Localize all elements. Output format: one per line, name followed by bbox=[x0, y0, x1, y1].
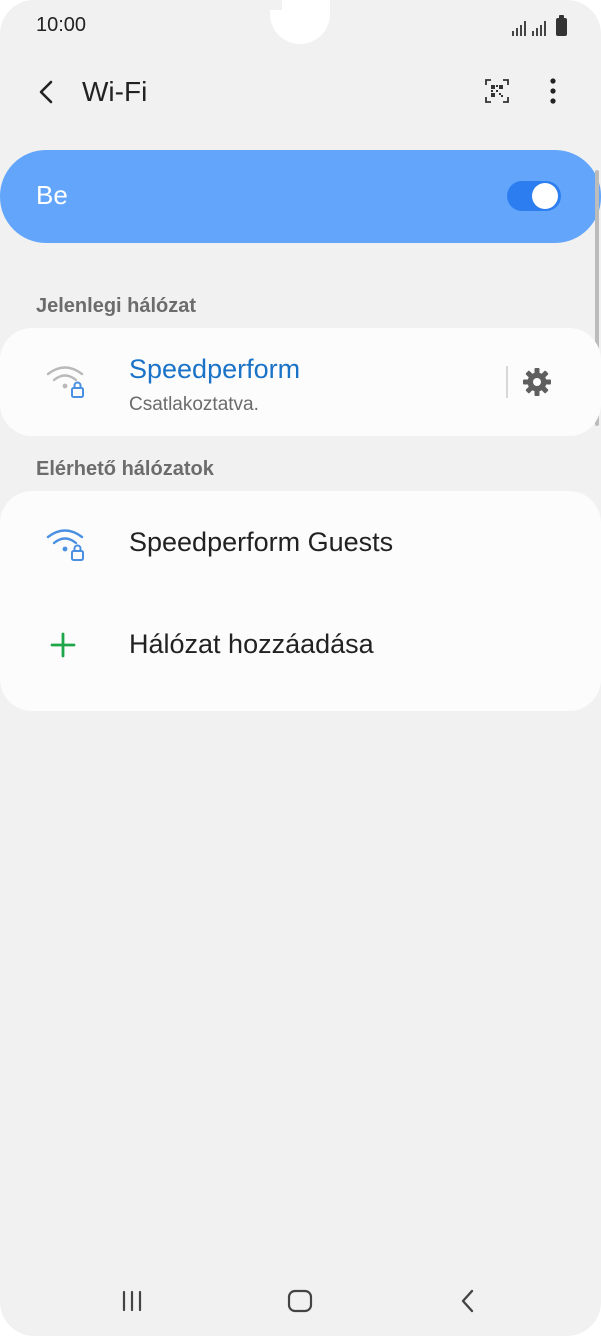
current-network-row[interactable] bbox=[46, 364, 86, 398]
row-divider bbox=[506, 366, 508, 398]
back-nav-icon bbox=[461, 1289, 474, 1313]
home-icon bbox=[287, 1289, 313, 1313]
wifi-lock-icon bbox=[46, 529, 84, 561]
master-switch-label: Be bbox=[36, 180, 68, 210]
signal-icon bbox=[512, 20, 526, 36]
status-time: 10:00 bbox=[36, 14, 87, 36]
network-name: Speedperform Guests bbox=[129, 527, 394, 557]
status-icons bbox=[512, 14, 567, 36]
network-settings-button[interactable] bbox=[518, 363, 556, 401]
toggle-knob bbox=[532, 183, 558, 209]
network-list-item[interactable]: Speedperform Guests bbox=[0, 491, 601, 596]
wifi-lock-icon bbox=[46, 366, 84, 398]
back-button[interactable] bbox=[28, 74, 64, 110]
plus-icon bbox=[50, 632, 76, 658]
wifi-toggle[interactable] bbox=[507, 181, 561, 211]
back-nav-button[interactable] bbox=[444, 1282, 492, 1320]
available-networks-header: Elérhető hálózatok bbox=[36, 458, 214, 480]
current-network-header: Jelenlegi hálózat bbox=[36, 295, 197, 317]
signal-icon-2 bbox=[532, 20, 546, 36]
recents-icon bbox=[122, 1290, 142, 1312]
gear-icon bbox=[523, 368, 551, 396]
phone-screen: 10:00 Wi-Fi Be Jelenlegi hálózat Speedpe… bbox=[0, 0, 601, 1336]
add-network-button[interactable]: Hálózat hozzáadása bbox=[0, 596, 601, 696]
recents-button[interactable] bbox=[108, 1282, 156, 1320]
navigation-bar bbox=[0, 1270, 601, 1330]
add-icon-wrap bbox=[50, 632, 76, 658]
current-network-status: Csatlakoztatva. bbox=[129, 394, 259, 415]
add-network-label: Hálózat hozzáadása bbox=[129, 629, 374, 659]
home-button[interactable] bbox=[276, 1282, 324, 1320]
current-network-card: Speedperform Csatlakoztatva. bbox=[0, 328, 601, 436]
network-icon bbox=[46, 527, 86, 561]
battery-icon bbox=[556, 15, 567, 36]
available-networks-card: Speedperform Guests Hálózat hozzáadása bbox=[0, 491, 601, 711]
camera-notch bbox=[270, 0, 330, 44]
wifi-master-switch[interactable]: Be bbox=[0, 150, 601, 243]
more-vertical-icon bbox=[550, 78, 556, 104]
more-options-button[interactable] bbox=[537, 74, 569, 108]
app-header: Wi-Fi bbox=[0, 60, 601, 124]
qr-scan-icon bbox=[485, 79, 509, 103]
page-title: Wi-Fi bbox=[82, 76, 148, 107]
back-arrow-icon bbox=[39, 80, 53, 104]
current-network-name[interactable]: Speedperform bbox=[129, 354, 300, 385]
qr-scan-button[interactable] bbox=[480, 74, 514, 108]
